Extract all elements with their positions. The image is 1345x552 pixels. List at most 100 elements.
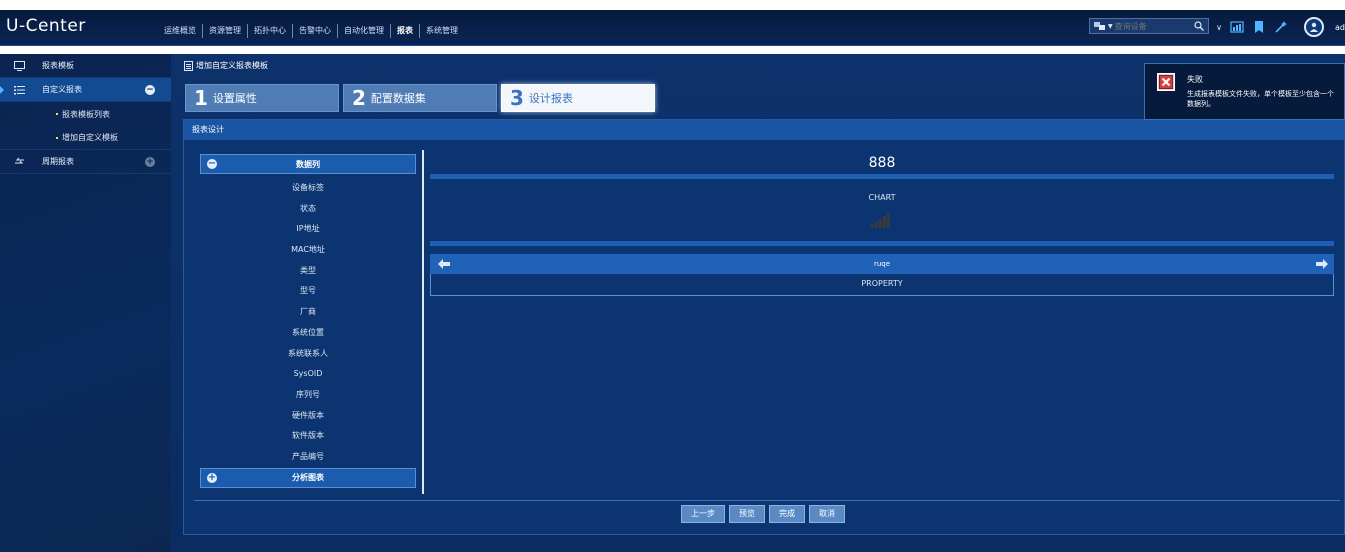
field-item-serial-number[interactable]: 序列号 [200, 385, 416, 406]
cancel-button[interactable]: 取消 [809, 505, 845, 523]
sidebar-item-custom-reports[interactable]: 自定义报表 − [0, 78, 171, 102]
field-list: 设备标签 状态 IP地址 MAC地址 类型 型号 厂商 系统位置 系统联系人 S… [200, 174, 416, 468]
chart-icon[interactable] [1230, 20, 1244, 34]
bookmark-icon[interactable] [1252, 20, 1266, 34]
user-icon [1310, 22, 1318, 32]
field-item-device-label[interactable]: 设备标签 [200, 178, 416, 199]
cycle-icon [12, 157, 26, 167]
data-columns-group-header[interactable]: − 数据列 [200, 154, 416, 174]
footer-divider [194, 500, 1340, 501]
field-item-sys-contact[interactable]: 系统联系人 [200, 344, 416, 365]
notification-title: 失败 [1187, 75, 1203, 84]
expand-icon[interactable]: + [145, 157, 155, 167]
field-item-product-number[interactable]: 产品编号 [200, 447, 416, 468]
property-section-header: ruqe [430, 254, 1334, 274]
error-notification[interactable]: 失败 生成报表模板文件失败，单个模板至少包含一个数据列。 [1144, 63, 1345, 120]
step-number: 1 [194, 86, 208, 110]
step-set-properties[interactable]: 1 设置属性 [185, 84, 339, 112]
top-nav: 运维概览 资源管理 拓扑中心 告警中心 自动化管理 报表 系统管理 [158, 24, 464, 38]
nav-item-ops-overview[interactable]: 运维概览 [158, 24, 203, 38]
notification-message: 生成报表模板文件失败，单个模板至少包含一个数据列。 [1187, 90, 1334, 108]
nav-item-system[interactable]: 系统管理 [420, 24, 464, 38]
report-title[interactable]: 888 [430, 150, 1334, 174]
search-input[interactable] [1114, 21, 1189, 31]
group-label: 数据列 [296, 159, 320, 169]
search-icon[interactable] [1194, 21, 1204, 31]
arrow-left-icon[interactable] [438, 259, 450, 269]
analysis-charts-group-header[interactable]: + 分析图表 [200, 467, 416, 488]
sidebar-item-label: 报表模板 [42, 61, 74, 70]
design-canvas: 888 CHART ruqe PROPERTY [430, 150, 1334, 296]
nav-item-alarms[interactable]: 告警中心 [293, 24, 338, 38]
list-icon [12, 85, 26, 95]
collapse-icon[interactable]: − [145, 85, 155, 95]
sidebar-item-label: 报表模板列表 [62, 109, 110, 119]
chevron-down-icon[interactable]: ∨ [1216, 20, 1222, 34]
step-configure-dataset[interactable]: 2 配置数据集 [343, 84, 497, 112]
section-divider [430, 241, 1334, 246]
chart-label: CHART [868, 193, 896, 202]
nav-item-reports[interactable]: 报表 [391, 24, 420, 38]
toolbar-icons: ∨ adm [1216, 17, 1345, 37]
bullet-icon [56, 113, 58, 115]
sidebar-item-label: 自定义报表 [42, 85, 82, 94]
property-section[interactable]: PROPERTY [430, 274, 1334, 296]
user-avatar[interactable] [1304, 17, 1324, 37]
step-design-report[interactable]: 3 设计报表 [501, 84, 655, 112]
error-icon [1157, 73, 1175, 91]
sidebar-item-periodic-reports[interactable]: 周期报表 + [0, 150, 171, 174]
main-content: 增加自定义报表模板 1 设置属性 2 配置数据集 3 设计报表 报表设计 − 数… [171, 54, 1345, 552]
field-item-mac-address[interactable]: MAC地址 [200, 240, 416, 261]
sidebar-item-label: 增加自定义模板 [62, 133, 118, 142]
step-label: 设计报表 [528, 92, 573, 105]
magic-wand-icon[interactable] [1274, 20, 1288, 34]
monitor-icon [12, 60, 26, 71]
preview-button[interactable]: 预览 [729, 505, 765, 523]
bar-chart-icon [871, 213, 890, 228]
property-header-label: ruqe [873, 260, 891, 268]
document-icon [184, 60, 193, 71]
sidebar-item-label: 周期报表 [42, 157, 74, 166]
group-label: 分析图表 [292, 473, 324, 483]
field-item-model[interactable]: 型号 [200, 281, 416, 302]
app-logo[interactable]: U-Center [6, 16, 86, 36]
panel-title: 报表设计 [184, 120, 1344, 140]
finish-button[interactable]: 完成 [769, 505, 805, 523]
previous-step-button[interactable]: 上一步 [681, 505, 725, 523]
action-buttons: 上一步 预览 完成 取消 [681, 505, 845, 523]
sidebar-subitem-template-list[interactable]: 报表模板列表 [0, 102, 171, 126]
sidebar-subitem-add-custom-template[interactable]: 增加自定义模板 [0, 126, 171, 150]
device-type-icon[interactable] [1094, 22, 1106, 30]
sidebar: 报表模板 自定义报表 − 报表模板列表 增加自定义模板 周期报表 + [0, 54, 171, 552]
nav-item-topology[interactable]: 拓扑中心 [248, 24, 293, 38]
field-item-ip-address[interactable]: IP地址 [200, 219, 416, 240]
field-item-software-version[interactable]: 软件版本 [200, 426, 416, 447]
page-title: 增加自定义报表模板 [196, 61, 268, 70]
field-item-sysoid[interactable]: SysOID [200, 364, 416, 385]
chevron-down-icon[interactable]: ▼ [1108, 23, 1113, 30]
field-palette: − 数据列 设备标签 状态 IP地址 MAC地址 类型 型号 厂商 系统位置 系… [200, 154, 416, 488]
sidebar-item-report-templates[interactable]: 报表模板 [0, 54, 171, 78]
column-divider[interactable] [422, 150, 424, 494]
arrow-right-icon[interactable] [1316, 259, 1328, 269]
field-item-type[interactable]: 类型 [200, 261, 416, 282]
field-item-hardware-version[interactable]: 硬件版本 [200, 406, 416, 427]
field-item-status[interactable]: 状态 [200, 199, 416, 220]
report-design-panel: 报表设计 − 数据列 设备标签 状态 IP地址 MAC地址 类型 型号 厂商 系… [183, 119, 1345, 535]
device-search: ▼ [1089, 18, 1209, 34]
chart-section[interactable]: CHART [430, 179, 1334, 241]
bullet-icon [56, 136, 58, 139]
breadcrumb: 增加自定义报表模板 [184, 60, 268, 71]
step-label: 设置属性 [212, 92, 257, 105]
step-number: 3 [510, 86, 524, 110]
field-item-sys-location[interactable]: 系统位置 [200, 323, 416, 344]
wizard-steps: 1 设置属性 2 配置数据集 3 设计报表 [185, 84, 655, 112]
active-marker [0, 86, 4, 94]
user-name[interactable]: adm [1335, 23, 1345, 32]
step-number: 2 [352, 86, 366, 110]
nav-item-automation[interactable]: 自动化管理 [338, 24, 391, 38]
field-item-vendor[interactable]: 厂商 [200, 302, 416, 323]
top-bar: U-Center 运维概览 资源管理 拓扑中心 告警中心 自动化管理 报表 系统… [0, 10, 1345, 46]
nav-item-resources[interactable]: 资源管理 [203, 24, 248, 38]
step-label: 配置数据集 [370, 92, 426, 105]
